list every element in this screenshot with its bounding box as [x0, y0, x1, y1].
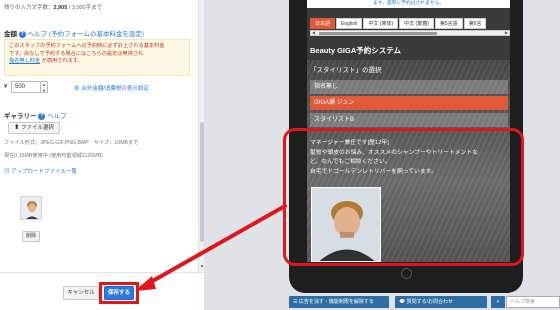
bottom-toolbar: ☰ 広告を消す・機能制限を解除する 💬 質問する/お問合わせ ⌕ ヘルプ検索: [285, 296, 560, 310]
help-icon[interactable]: ?: [38, 112, 46, 120]
notice-line-1: このスタッフの予約フォームへの予約時に必ず計上される基本料金: [9, 43, 165, 49]
search-icon[interactable]: ⌕: [491, 296, 505, 308]
preview-notice: ます。実際に予約はされません。: [307, 0, 510, 8]
char-count-value: 2,905: [53, 5, 68, 11]
staff-settings-panel: 残りの入力文字数：2,905 / 3,000字まで 金額 ? ヘルプ (予約フォ…: [0, 0, 204, 310]
delete-photo-button[interactable]: 削除: [22, 231, 40, 242]
total-link-label: 合計金額/消費税の表示設定: [81, 86, 149, 92]
stylist-photo-thumbnail: [21, 197, 41, 219]
lang-tab-japanese[interactable]: 日本語: [310, 18, 336, 29]
contact-label: 質問する/お問合わせ: [406, 299, 454, 305]
fee-notice: このスタッフの予約フォームへの予約時に必ず計上される基本料金 です。尚なしで予約…: [4, 39, 190, 76]
document-icon: ▤: [4, 169, 10, 175]
fee-help-link[interactable]: ヘルプ (予約フォームの基本料金を設定): [28, 31, 144, 38]
chat-icon: 💬: [399, 299, 406, 305]
stylist-option-none[interactable]: 指名無し: [310, 80, 508, 94]
footer-divider: [0, 272, 204, 273]
notice-line-3: が適用されます。: [41, 58, 83, 64]
language-scroll-thumb[interactable]: [319, 32, 437, 35]
lang-tab-5[interactable]: 第5言語: [434, 18, 463, 29]
lang-tab-chinese-simplified[interactable]: 中文 (简体): [363, 18, 399, 29]
price-stepper[interactable]: ▲ ▼: [41, 81, 48, 93]
remove-ads-label: 広告を消す・機能制限を解除する: [298, 299, 374, 305]
gallery-thumbnail[interactable]: [20, 196, 42, 220]
list-icon: ☰: [293, 299, 298, 305]
file-format-info: ファイル形式：JPEG,GIF,PNG,BMP サイズ：10MBまで: [4, 140, 139, 146]
gallery-help-link[interactable]: ヘルプ: [47, 113, 67, 120]
notice-line-2: です。尚なしで予約する場合にはこちらの設定は無視され: [9, 50, 144, 57]
remove-ads-button[interactable]: ☰ 広告を消す・機能制限を解除する: [289, 296, 389, 308]
phone-home-button-icon: [401, 268, 412, 279]
help-icon[interactable]: ?: [18, 30, 26, 38]
file-select-label: ファイル選択: [21, 125, 55, 131]
yen-symbol: ¥: [4, 84, 8, 90]
gallery-label: ギャラリー: [4, 113, 37, 120]
help-search-input[interactable]: ヘルプ検索: [506, 296, 560, 308]
stylist-option-b[interactable]: スタイリストB: [310, 113, 508, 127]
uploaded-files-label: アップロードファイル一覧: [11, 169, 78, 175]
file-select-button[interactable]: ⬆ ファイル選択: [8, 122, 60, 134]
stylist-section-title: 「スタイリスト」の選択: [310, 67, 382, 74]
lang-tab-chinese-traditional[interactable]: 中文 (繁體): [399, 18, 434, 29]
char-count: 残りの入力文字数：2,905 / 3,000字まで: [4, 3, 102, 11]
upload-icon: ⬆: [13, 125, 20, 131]
cancel-button[interactable]: キャンセル: [63, 286, 99, 300]
uploaded-files-link[interactable]: ▤ アップロードファイル一覧: [4, 167, 77, 175]
gear-icon: ⚙: [74, 86, 80, 92]
description-highlight: [283, 128, 524, 266]
fee-label: 金額: [4, 31, 17, 38]
language-scrollbar[interactable]: ◀ ▶: [310, 30, 510, 36]
price-input[interactable]: 500: [11, 81, 41, 93]
system-title: Beauty GIGA予約システム: [310, 46, 402, 55]
total-price-settings-link[interactable]: ⚙ 合計金額/消費税の表示設定: [74, 84, 149, 92]
scroll-left-arrow-icon[interactable]: ◀: [312, 30, 315, 35]
lang-tab-english[interactable]: English: [336, 18, 363, 29]
fee-heading: 金額 ? ヘルプ (予約フォームの基本料金を設定): [4, 28, 144, 38]
gallery-heading: ギャラリー ? ヘルプ: [4, 110, 67, 120]
save-button-highlight: [99, 282, 139, 304]
scroll-right-arrow-icon[interactable]: ▶: [505, 30, 508, 35]
char-count-suffix: / 3,000字まで: [67, 5, 103, 11]
stylist-option-giga-jun[interactable]: GIGA瀬 ジュン: [310, 96, 508, 110]
lang-tab-6[interactable]: 第6言: [463, 18, 487, 29]
storage-usage-info: 現在0.15MB使用中 (使用可能領域1120MB): [4, 153, 103, 159]
language-tabs: 日本語 English 中文 (简体) 中文 (繁體) 第5言語 第6言: [310, 18, 510, 29]
no-nomination-fee-link[interactable]: 指名無し料金: [9, 58, 40, 64]
contact-button[interactable]: 💬 質問する/お問合わせ: [395, 296, 487, 308]
char-count-prefix: 残りの入力文字数：: [4, 5, 54, 11]
